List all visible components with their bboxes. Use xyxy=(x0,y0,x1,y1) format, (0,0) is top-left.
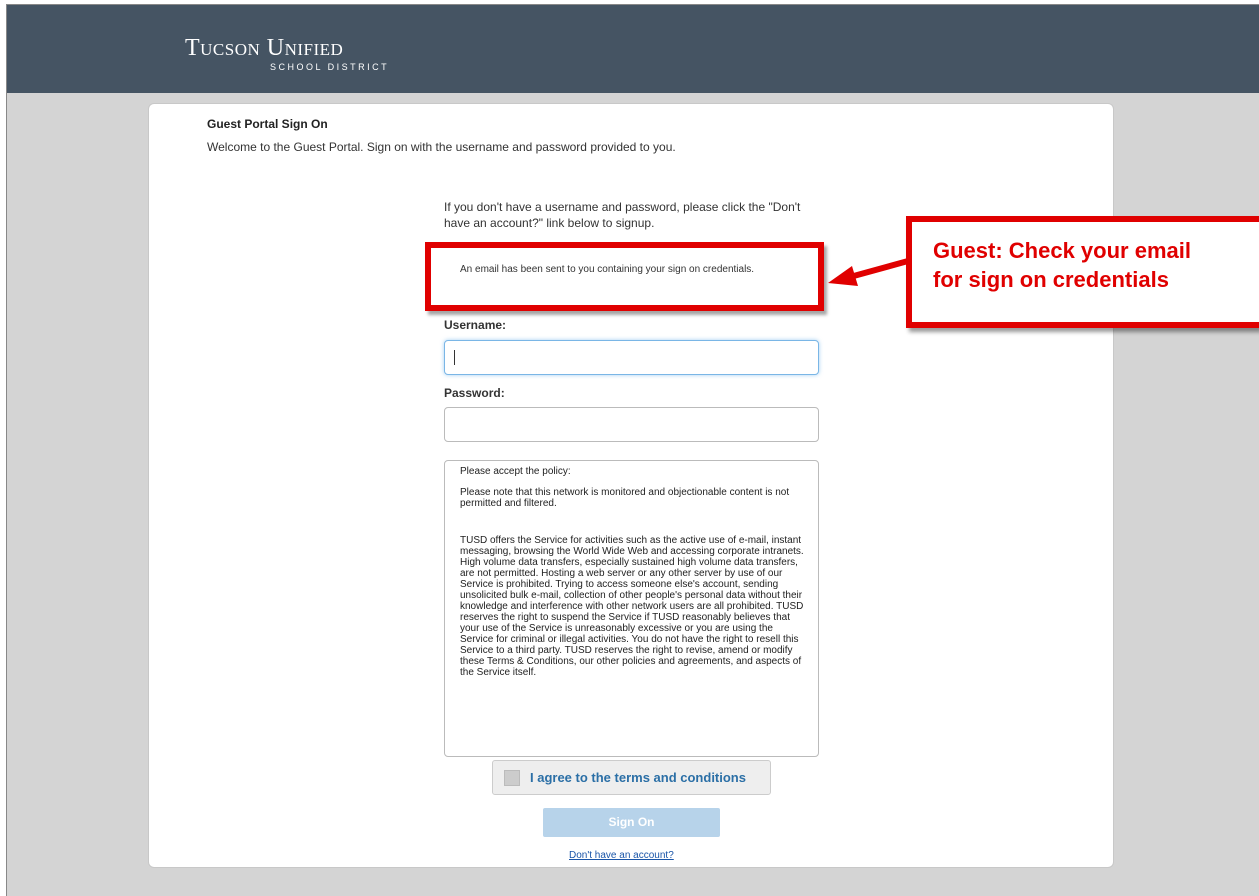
logo-main-text: Tucson Unified xyxy=(185,35,344,61)
annotation-line-1: Guest: Check your email xyxy=(933,238,1191,263)
no-account-link[interactable]: Don't have an account? xyxy=(569,850,674,861)
agree-label[interactable]: I agree to the terms and conditions xyxy=(530,770,746,785)
page-title: Guest Portal Sign On xyxy=(207,117,328,131)
welcome-text: Welcome to the Guest Portal. Sign on wit… xyxy=(207,140,676,154)
annotation-callout: Guest: Check your email for sign on cred… xyxy=(906,216,1259,328)
signup-info-text: If you don't have a username and passwor… xyxy=(444,200,801,230)
annotation-arrow-icon xyxy=(828,258,911,286)
password-input[interactable] xyxy=(444,407,819,442)
notice-highlight-box xyxy=(425,242,824,311)
policy-textbox[interactable]: Please accept the policy: Please note th… xyxy=(444,460,819,757)
sign-on-button[interactable]: Sign On xyxy=(543,808,720,837)
header-bar: Tucson Unified SCHOOL DISTRICT xyxy=(7,5,1259,93)
agree-terms-toggle[interactable]: I agree to the terms and conditions xyxy=(492,760,771,795)
agree-checkbox[interactable] xyxy=(504,770,520,786)
district-logo: Tucson Unified SCHOOL DISTRICT xyxy=(185,35,387,72)
policy-note: Please note that this network is monitor… xyxy=(460,487,790,509)
policy-body: TUSD offers the Service for activities s… xyxy=(460,535,804,678)
username-input[interactable] xyxy=(444,340,819,375)
username-label: Username: xyxy=(444,318,507,332)
annotation-text: Guest: Check your email for sign on cred… xyxy=(933,236,1191,294)
password-label: Password: xyxy=(444,386,505,400)
annotation-line-2: for sign on credentials xyxy=(933,267,1169,292)
policy-heading: Please accept the policy: xyxy=(460,466,571,477)
logo-sub-text: SCHOOL DISTRICT xyxy=(270,62,390,72)
text-caret xyxy=(454,350,455,365)
